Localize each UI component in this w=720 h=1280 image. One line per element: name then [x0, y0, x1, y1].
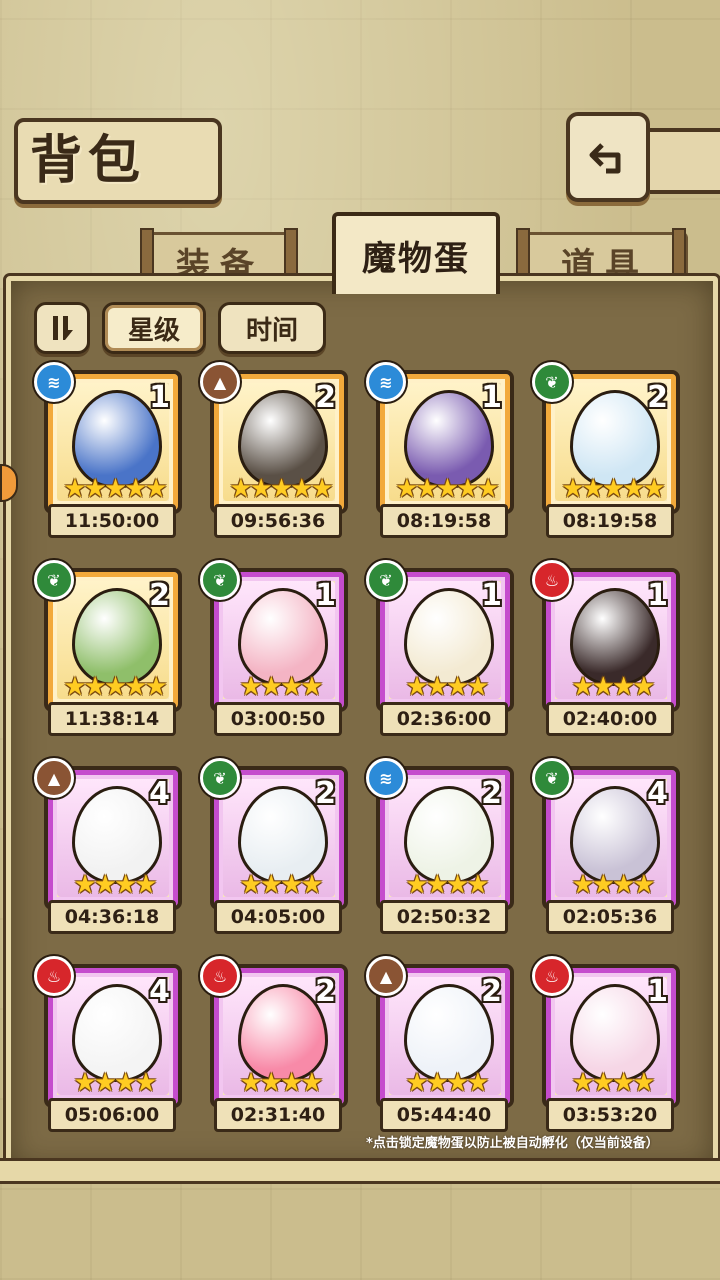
- hatch-timer: 11:50:00: [48, 504, 176, 538]
- sort-order-icon: [53, 316, 73, 340]
- star-rating: ★★★★: [571, 672, 655, 702]
- water-element-icon: ≋: [366, 362, 406, 402]
- egg-slot[interactable]: 2 ★★★★★ ▲ 09:56:36: [200, 362, 350, 538]
- hatch-timer: 04:36:18: [48, 900, 176, 934]
- earth-element-icon: ▲: [200, 362, 240, 402]
- egg-slot[interactable]: 1 ★★★★★ ≋ 11:50:00: [34, 362, 184, 538]
- tab-bar: 装备 魔物蛋 道具: [12, 212, 712, 294]
- egg-slot[interactable]: 2 ★★★★ ♨ 02:31:40: [200, 956, 350, 1132]
- egg-count: 2: [481, 776, 502, 811]
- star-rating: ★★★★★: [561, 474, 666, 504]
- egg-slot[interactable]: 4 ★★★★ ▲ 04:36:18: [34, 758, 184, 934]
- egg-count: 1: [481, 380, 502, 415]
- egg-count: 4: [149, 974, 170, 1009]
- egg-slot[interactable]: 2 ★★★★ ≋ 02:50:32: [366, 758, 516, 934]
- hatch-timer: 08:19:58: [380, 504, 508, 538]
- tab-post: [516, 228, 530, 276]
- sort-by-star-button[interactable]: 星级: [102, 302, 206, 354]
- egg-slot[interactable]: 1 ★★★★ ❦ 03:00:50: [200, 560, 350, 736]
- hatch-timer: 05:44:40: [380, 1098, 508, 1132]
- egg-slot[interactable]: 4 ★★★★ ❦ 02:05:36: [532, 758, 682, 934]
- hatch-timer: 04:05:00: [214, 900, 342, 934]
- star-rating: ★★★★: [571, 870, 655, 900]
- egg-count: 2: [647, 380, 668, 415]
- egg-slot[interactable]: 2 ★★★★ ❦ 04:05:00: [200, 758, 350, 934]
- back-button[interactable]: [566, 112, 650, 202]
- star-rating: ★★★★: [239, 1068, 323, 1098]
- earth-element-icon: ▲: [366, 956, 406, 996]
- star-rating: ★★★★: [571, 1068, 655, 1098]
- hatch-timer: 03:00:50: [214, 702, 342, 736]
- egg-count: 2: [315, 776, 336, 811]
- hatch-timer: 09:56:36: [214, 504, 342, 538]
- water-element-icon: ≋: [366, 758, 406, 798]
- egg-count: 1: [315, 578, 336, 613]
- sort-by-time-button[interactable]: 时间: [218, 302, 326, 354]
- egg-slot[interactable]: 1 ★★★★ ♨ 02:40:00: [532, 560, 682, 736]
- egg-count: 1: [149, 380, 170, 415]
- footer-note: *点击锁定魔物蛋以防止被自动孵化（仅当前设备）: [366, 1136, 659, 1151]
- egg-count: 4: [149, 776, 170, 811]
- sort-order-button[interactable]: [34, 302, 90, 354]
- egg-count: 2: [315, 974, 336, 1009]
- egg-count: 2: [315, 380, 336, 415]
- egg-count: 1: [481, 578, 502, 613]
- star-rating: ★★★★: [239, 870, 323, 900]
- water-element-icon: ≋: [34, 362, 74, 402]
- star-rating: ★★★★★: [395, 474, 500, 504]
- tab-monster-eggs[interactable]: 魔物蛋: [332, 212, 500, 294]
- fire-element-icon: ♨: [200, 956, 240, 996]
- grass-element-icon: ❦: [366, 560, 406, 600]
- fire-element-icon: ♨: [34, 956, 74, 996]
- hatch-timer: 02:40:00: [546, 702, 674, 736]
- egg-slot[interactable]: 4 ★★★★ ♨ 05:06:00: [34, 956, 184, 1132]
- star-rating: ★★★★: [405, 870, 489, 900]
- star-rating: ★★★★: [239, 672, 323, 702]
- back-button-bar: [644, 128, 720, 194]
- hatch-timer: 02:31:40: [214, 1098, 342, 1132]
- star-rating: ★★★★★: [63, 474, 168, 504]
- earth-element-icon: ▲: [34, 758, 74, 798]
- hatch-timer: 05:06:00: [48, 1098, 176, 1132]
- grass-element-icon: ❦: [200, 758, 240, 798]
- hatch-timer: 11:38:14: [48, 702, 176, 736]
- grass-element-icon: ❦: [34, 560, 74, 600]
- tab-post: [672, 228, 686, 276]
- egg-slot[interactable]: 1 ★★★★ ♨ 03:53:20: [532, 956, 682, 1132]
- hatch-timer: 08:19:58: [546, 504, 674, 538]
- hatch-timer: 02:50:32: [380, 900, 508, 934]
- egg-slot[interactable]: 2 ★★★★ ▲ 05:44:40: [366, 956, 516, 1132]
- tab-post: [140, 228, 154, 276]
- grass-element-icon: ❦: [532, 758, 572, 798]
- back-arrow-icon: [589, 143, 621, 174]
- page-title: 背包: [30, 131, 147, 191]
- egg-slot[interactable]: 1 ★★★★ ❦ 02:36:00: [366, 560, 516, 736]
- panel-bottom-frame: [0, 1158, 720, 1184]
- grass-element-icon: ❦: [200, 560, 240, 600]
- star-rating: ★★★★: [405, 1068, 489, 1098]
- egg-slot[interactable]: 1 ★★★★★ ≋ 08:19:58: [366, 362, 516, 538]
- hatch-timer: 03:53:20: [546, 1098, 674, 1132]
- fire-element-icon: ♨: [532, 956, 572, 996]
- egg-slot[interactable]: 2 ★★★★★ ❦ 08:19:58: [532, 362, 682, 538]
- tab-post: [284, 228, 298, 276]
- fire-element-icon: ♨: [532, 560, 572, 600]
- egg-count: 1: [647, 578, 668, 613]
- hatch-timer: 02:36:00: [380, 702, 508, 736]
- star-rating: ★★★★★: [229, 474, 334, 504]
- egg-slot[interactable]: 2 ★★★★★ ❦ 11:38:14: [34, 560, 184, 736]
- star-rating: ★★★★: [405, 672, 489, 702]
- star-rating: ★★★★: [73, 1068, 157, 1098]
- star-rating: ★★★★: [73, 870, 157, 900]
- egg-count: 1: [647, 974, 668, 1009]
- star-rating: ★★★★★: [63, 672, 168, 702]
- egg-count: 2: [481, 974, 502, 1009]
- hatch-timer: 02:05:36: [546, 900, 674, 934]
- grass-element-icon: ❦: [532, 362, 572, 402]
- egg-count: 2: [149, 578, 170, 613]
- egg-count: 4: [647, 776, 668, 811]
